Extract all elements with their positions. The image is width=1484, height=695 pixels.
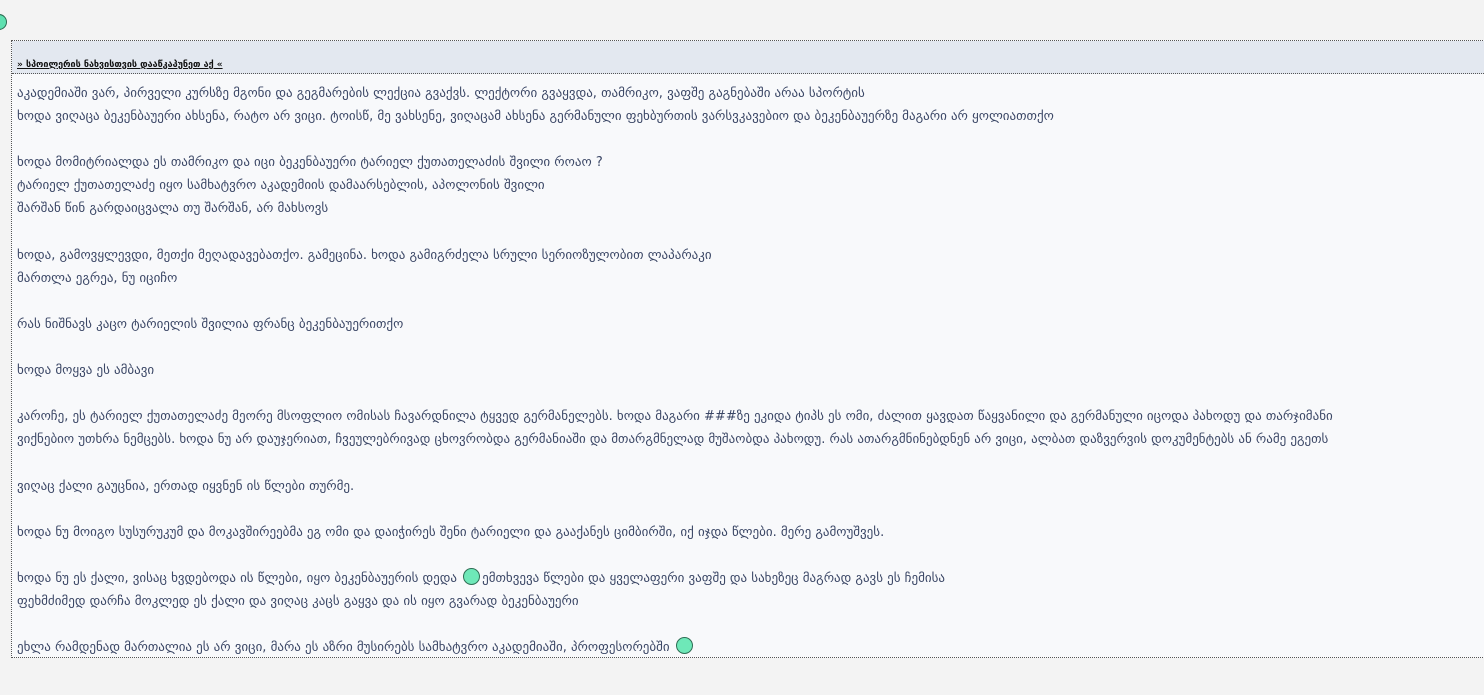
text-line: შარშან წინ გარდაიცვალა თუ შარშან, არ მახ… bbox=[17, 197, 1484, 220]
text-line: ხოდა ვიღაცა ბეკენბაუერი ახსენა, რატო არ … bbox=[17, 105, 1484, 128]
text-line: მართლა ეგრეა, ნუ იციჩო bbox=[17, 267, 1484, 290]
line-text: აკადემიაში ვარ, პირველი კურსზე მგონი და … bbox=[17, 86, 865, 101]
spoiler-header: » სპოილერის ნახვისთვის დააწკაპუნეთ აქ « bbox=[12, 41, 1484, 74]
line-text: ეხლა რამდენად მართალია ეს არ ვიცი, მარა … bbox=[17, 640, 670, 656]
text-line: ვიქნებიო უთხრა ნემცებს. ხოდა ნუ არ დაუჯე… bbox=[17, 428, 1484, 451]
line-text: ფეხმძიმედ დარჩა მოკლედ ეს ქალი და ვიღაც … bbox=[17, 594, 579, 610]
line-text: შარშან წინ გარდაიცვალა თუ შარშან, არ მახ… bbox=[17, 201, 329, 217]
text-line: ხოდა ნუ მოიგო სუსურუკუმ და მოკავშირეებმა… bbox=[17, 521, 1484, 544]
line-text: ხოდა ნუ მოიგო სუსურუკუმ და მოკავშირეებმა… bbox=[17, 524, 885, 540]
spoiler-content: აკადემიაში ვარ, პირველი კურსზე მგონი და … bbox=[12, 74, 1484, 659]
line-text: ხოდა მომიტრიალდა ეს თამრიკო და იცი ბეკენ… bbox=[17, 155, 603, 171]
line-text-continued: ემთხვევა წლები და ყველაფერი ვაფშე და სახ… bbox=[482, 570, 945, 586]
line-text: რას ნიშნავს კაცო ტარიელის შვილია ფრანც ბ… bbox=[17, 316, 404, 332]
text-line: აკადემიაში ვარ, პირველი კურსზე მგონი და … bbox=[17, 82, 1484, 105]
line-text: ხოდა ვიღაცა ბეკენბაუერი ახსენა, რატო არ … bbox=[17, 109, 1054, 125]
line-text: ვიქნებიო უთხრა ნემცებს. ხოდა ნუ არ დაუჯე… bbox=[17, 432, 1329, 448]
smiley-icon bbox=[0, 14, 7, 30]
spoiler-box: » სპოილერის ნახვისთვის დააწკაპუნეთ აქ « … bbox=[11, 40, 1484, 658]
line-text: კაროჩე, ეს ტარიელ ქუთათელაძე მეორე მსოფლ… bbox=[17, 409, 1333, 425]
line-text: მართლა ეგრეა, ნუ იციჩო bbox=[17, 270, 178, 286]
text-line: ხოდა ნუ ეს ქალი, ვისაც ხვდებოდა ის წლები… bbox=[17, 567, 1484, 590]
smiley-icon bbox=[463, 567, 481, 585]
text-line: რას ნიშნავს კაცო ტარიელის შვილია ფრანც ბ… bbox=[17, 313, 1484, 336]
spoiler-toggle-link[interactable]: » სპოილერის ნახვისთვის დააწკაპუნეთ აქ « bbox=[17, 60, 223, 70]
text-line: ხოდა, გამოვყლევდი, მეთქი მეღადავებათქო. … bbox=[17, 244, 1484, 267]
line-text: ვიღაც ქალი გაუცნია, ერთად იყვნენ ის წლებ… bbox=[17, 478, 355, 494]
text-line: ვიღაც ქალი გაუცნია, ერთად იყვნენ ის წლებ… bbox=[17, 475, 1484, 498]
text-line: ფეხმძიმედ დარჩა მოკლედ ეს ქალი და ვიღაც … bbox=[17, 590, 1484, 613]
text-line: ხოდა მომიტრიალდა ეს თამრიკო და იცი ბეკენ… bbox=[17, 151, 1484, 174]
text-line: ტარიელ ქუთათელაძე იყო სამხატვრო აკადემიი… bbox=[17, 174, 1484, 197]
line-text: ხოდა, გამოვყლევდი, მეთქი მეღადავებათქო. … bbox=[17, 247, 712, 263]
line-text: ხოდა მოყვა ეს ამბავი bbox=[17, 363, 155, 379]
text-line: ეხლა რამდენად მართალია ეს არ ვიცი, მარა … bbox=[17, 636, 1484, 659]
text-line: კაროჩე, ეს ტარიელ ქუთათელაძე მეორე მსოფლ… bbox=[17, 405, 1484, 428]
line-text: ტარიელ ქუთათელაძე იყო სამხატვრო აკადემიი… bbox=[17, 178, 545, 194]
line-text: ხოდა ნუ ეს ქალი, ვისაც ხვდებოდა ის წლები… bbox=[17, 570, 457, 586]
smiley-icon bbox=[675, 637, 693, 655]
text-line: ხოდა მოყვა ეს ამბავი bbox=[17, 359, 1484, 382]
